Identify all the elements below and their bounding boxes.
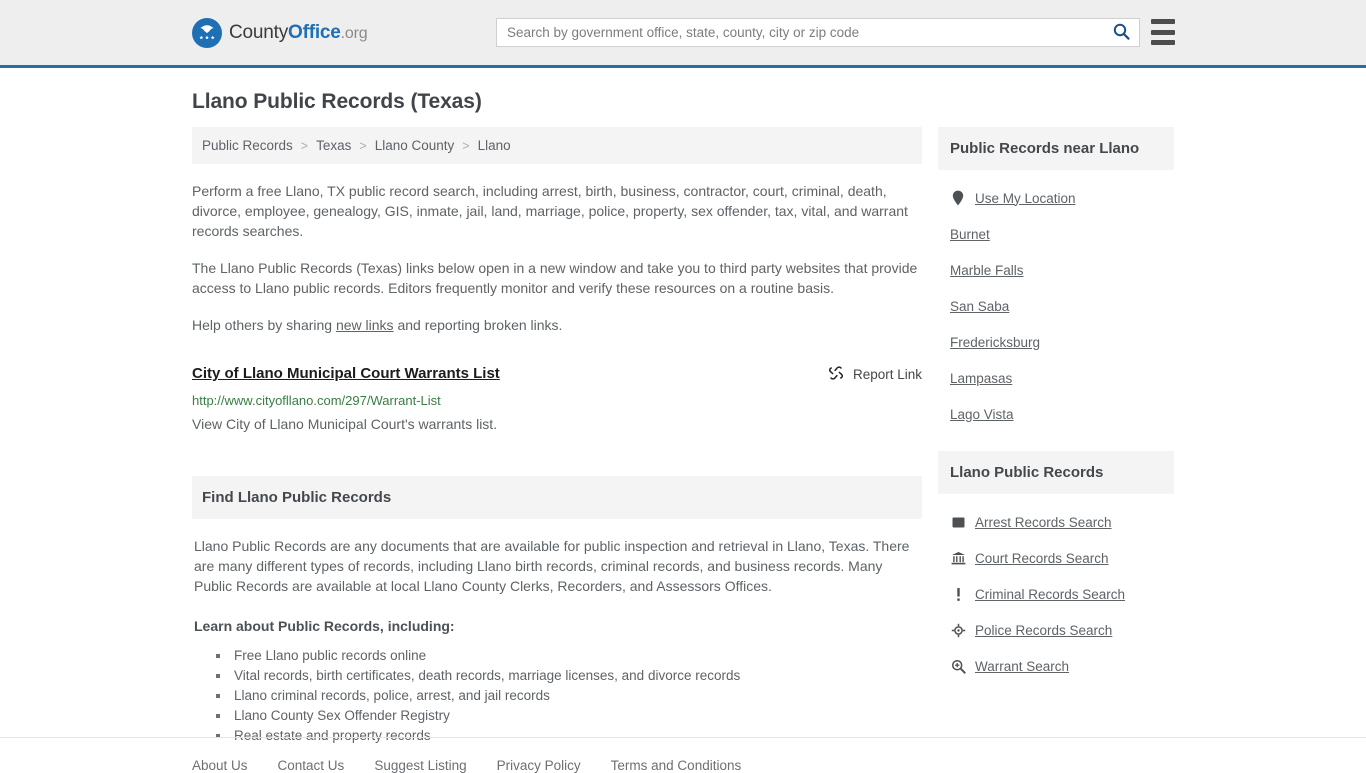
new-links-link[interactable]: new links [336, 317, 394, 333]
logo-text-office: Office [288, 21, 341, 43]
report-link-button[interactable]: Report Link [828, 364, 922, 384]
hamburger-bar [1151, 29, 1175, 35]
breadcrumb: Public Records > Texas > Llano County > … [192, 127, 922, 164]
hamburger-bar [1151, 40, 1175, 45]
sidebar-link-label[interactable]: Police Records Search [975, 623, 1112, 638]
record-link-entry: City of Llano Municipal Court Warrants L… [192, 364, 922, 434]
breadcrumb-item-llano: Llano [477, 138, 511, 153]
intro-paragraph-3: Help others by sharing new links and rep… [192, 315, 922, 335]
list-item: Llano County Sex Offender Registry [216, 706, 920, 726]
breadcrumb-separator: > [359, 138, 367, 153]
content-columns: Public Records > Texas > Llano County > … [192, 127, 1174, 746]
public-records-near-heading: Public Records near Llano [938, 127, 1174, 170]
logo-text-county: County [229, 21, 289, 43]
search-button[interactable] [1103, 19, 1139, 46]
breadcrumb-item-texas[interactable]: Texas [316, 138, 351, 153]
search-input[interactable] [497, 19, 1103, 46]
sidebar-item-burnet[interactable]: Burnet [950, 216, 1162, 252]
share-text-after: and reporting broken links. [393, 317, 563, 333]
search-bar [496, 18, 1140, 47]
find-records-paragraph: Llano Public Records are any documents t… [194, 538, 910, 594]
hamburger-bar [1151, 19, 1175, 24]
sidebar-link-label[interactable]: Lago Vista [950, 407, 1014, 422]
llano-public-records-heading: Llano Public Records [938, 451, 1174, 494]
find-records-section: Find Llano Public Records Llano Public R… [192, 476, 922, 746]
list-item: Llano criminal records, police, arrest, … [216, 686, 920, 706]
breadcrumb-separator: > [462, 138, 470, 153]
logo-wordmark: CountyOffice.org [229, 21, 368, 44]
find-records-body: Llano Public Records are any documents t… [192, 536, 922, 746]
exclamation-mark-icon [950, 587, 966, 602]
sidebar-link-label[interactable]: Marble Falls [950, 263, 1024, 278]
footer-link-privacy-policy[interactable]: Privacy Policy [497, 758, 581, 773]
sidebar-link-label[interactable]: Warrant Search [975, 659, 1069, 674]
intro-paragraph-1: Perform a free Llano, TX public record s… [192, 183, 908, 239]
sidebar-link-label[interactable]: San Saba [950, 299, 1009, 314]
sidebar-link-label[interactable]: Arrest Records Search [975, 515, 1112, 530]
eagle-shield-icon [192, 17, 222, 48]
main-column: Public Records > Texas > Llano County > … [192, 127, 922, 746]
share-text-before: Help others by sharing [192, 317, 336, 333]
breadcrumb-item-llano-county[interactable]: Llano County [375, 138, 455, 153]
sidebar-item-fredericksburg[interactable]: Fredericksburg [950, 324, 1162, 360]
sidebar-item-warrant-search[interactable]: Warrant Search [950, 648, 1162, 684]
record-link-title[interactable]: City of Llano Municipal Court Warrants L… [192, 364, 500, 384]
llano-public-records-list: Arrest Records Search Court Records Sear… [938, 494, 1174, 684]
sidebar: Public Records near Llano Use My Locatio… [938, 127, 1174, 703]
record-link-url[interactable]: http://www.cityofllano.com/297/Warrant-L… [192, 392, 922, 409]
broken-link-icon [828, 365, 844, 384]
police-badge-icon [950, 623, 966, 638]
sidebar-link-label[interactable]: Court Records Search [975, 551, 1109, 566]
site-logo[interactable]: CountyOffice.org [192, 17, 368, 48]
footer-link-contact-us[interactable]: Contact Us [278, 758, 345, 773]
footer-link-suggest-listing[interactable]: Suggest Listing [374, 758, 466, 773]
sidebar-item-arrest-records-search[interactable]: Arrest Records Search [950, 504, 1162, 540]
sidebar-link-label[interactable]: Lampasas [950, 371, 1012, 386]
hamburger-menu-icon[interactable] [1151, 19, 1175, 45]
search-icon [1113, 23, 1130, 43]
sidebar-item-san-saba[interactable]: San Saba [950, 288, 1162, 324]
sidebar-item-lampasas[interactable]: Lampasas [950, 360, 1162, 396]
footer-links: About Us Contact Us Suggest Listing Priv… [0, 758, 1366, 773]
list-item: Free Llano public records online [216, 646, 920, 666]
sidebar-link-label[interactable]: Burnet [950, 227, 990, 242]
page-title: Llano Public Records (Texas) [192, 90, 482, 113]
logo-text-tld: .org [340, 24, 368, 42]
site-header: CountyOffice.org [0, 0, 1366, 68]
fingerprint-square-icon [950, 516, 966, 529]
sidebar-item-use-my-location[interactable]: Use My Location [950, 180, 1162, 216]
sidebar-link-label[interactable]: Use My Location [975, 191, 1076, 206]
report-link-label: Report Link [852, 367, 922, 382]
sidebar-item-lago-vista[interactable]: Lago Vista [950, 396, 1162, 432]
footer-link-terms-and-conditions[interactable]: Terms and Conditions [611, 758, 742, 773]
sidebar-item-marble-falls[interactable]: Marble Falls [950, 252, 1162, 288]
sidebar-link-label[interactable]: Criminal Records Search [975, 587, 1125, 602]
record-link-header: City of Llano Municipal Court Warrants L… [192, 364, 922, 384]
sidebar-link-label[interactable]: Fredericksburg [950, 335, 1040, 350]
llano-public-records-card: Llano Public Records Arrest Records Sear… [938, 451, 1174, 684]
record-link-description: View City of Llano Municipal Court's war… [192, 416, 498, 432]
breadcrumb-item-public-records[interactable]: Public Records [202, 138, 293, 153]
list-item: Vital records, birth certificates, death… [216, 666, 920, 686]
public-records-near-list: Use My Location Burnet Marble Falls San … [938, 170, 1174, 432]
courthouse-bank-icon [950, 551, 966, 566]
public-records-fact-list: Free Llano public records online Vital r… [194, 646, 920, 746]
public-records-near-card: Public Records near Llano Use My Locatio… [938, 127, 1174, 432]
breadcrumb-separator: > [300, 138, 309, 153]
sidebar-item-police-records-search[interactable]: Police Records Search [950, 612, 1162, 648]
footer-link-about-us[interactable]: About Us [192, 758, 248, 773]
sidebar-item-court-records-search[interactable]: Court Records Search [950, 540, 1162, 576]
learn-about-label: Learn about Public Records, including: [194, 618, 455, 634]
magnifier-plus-icon [950, 659, 966, 674]
map-pin-icon [950, 190, 966, 206]
page-container: Llano Public Records (Texas) Public Reco… [0, 90, 1366, 746]
find-records-heading: Find Llano Public Records [192, 476, 922, 519]
sidebar-item-criminal-records-search[interactable]: Criminal Records Search [950, 576, 1162, 612]
intro-paragraph-2: The Llano Public Records (Texas) links b… [192, 260, 918, 296]
